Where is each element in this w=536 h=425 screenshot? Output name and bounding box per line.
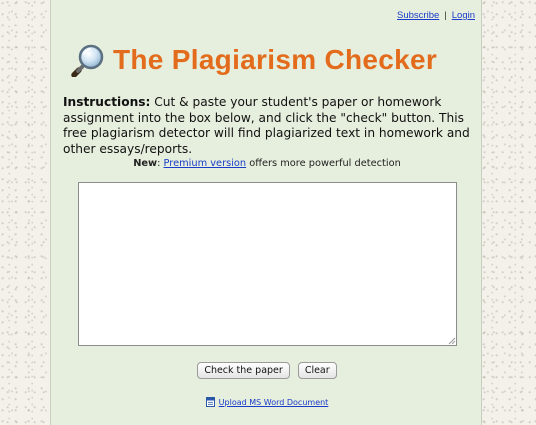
link-separator: | [444,10,447,21]
action-buttons: Check the paper Clear [51,362,483,379]
new-label: New [133,158,158,169]
magnifying-glass-icon [71,44,104,77]
account-links: Subscribe | Login [397,10,475,21]
premium-promo: New: Premium version offers more powerfu… [51,158,483,169]
upload-row: Upload MS Word Document [51,397,483,407]
subscribe-link[interactable]: Subscribe [397,10,439,21]
page-title: The Plagiarism Checker [113,44,438,75]
instructions-text: Instructions: Cut & paste your student's… [63,95,473,157]
title-row: The Plagiarism Checker [71,40,437,80]
upload-word-link[interactable]: Upload MS Word Document [219,398,329,407]
paper-text-area[interactable] [78,182,457,346]
premium-version-link[interactable]: Premium version [164,158,247,169]
clear-button[interactable]: Clear [297,362,337,379]
word-document-icon[interactable] [205,397,215,407]
promo-description: offers more powerful detection [246,158,401,169]
login-link[interactable]: Login [452,10,475,21]
main-panel: Subscribe | Login The Plagiarism Checker I… [50,0,482,425]
check-paper-button[interactable]: Check the paper [197,362,290,379]
instructions-label: Instructions: [63,95,151,109]
